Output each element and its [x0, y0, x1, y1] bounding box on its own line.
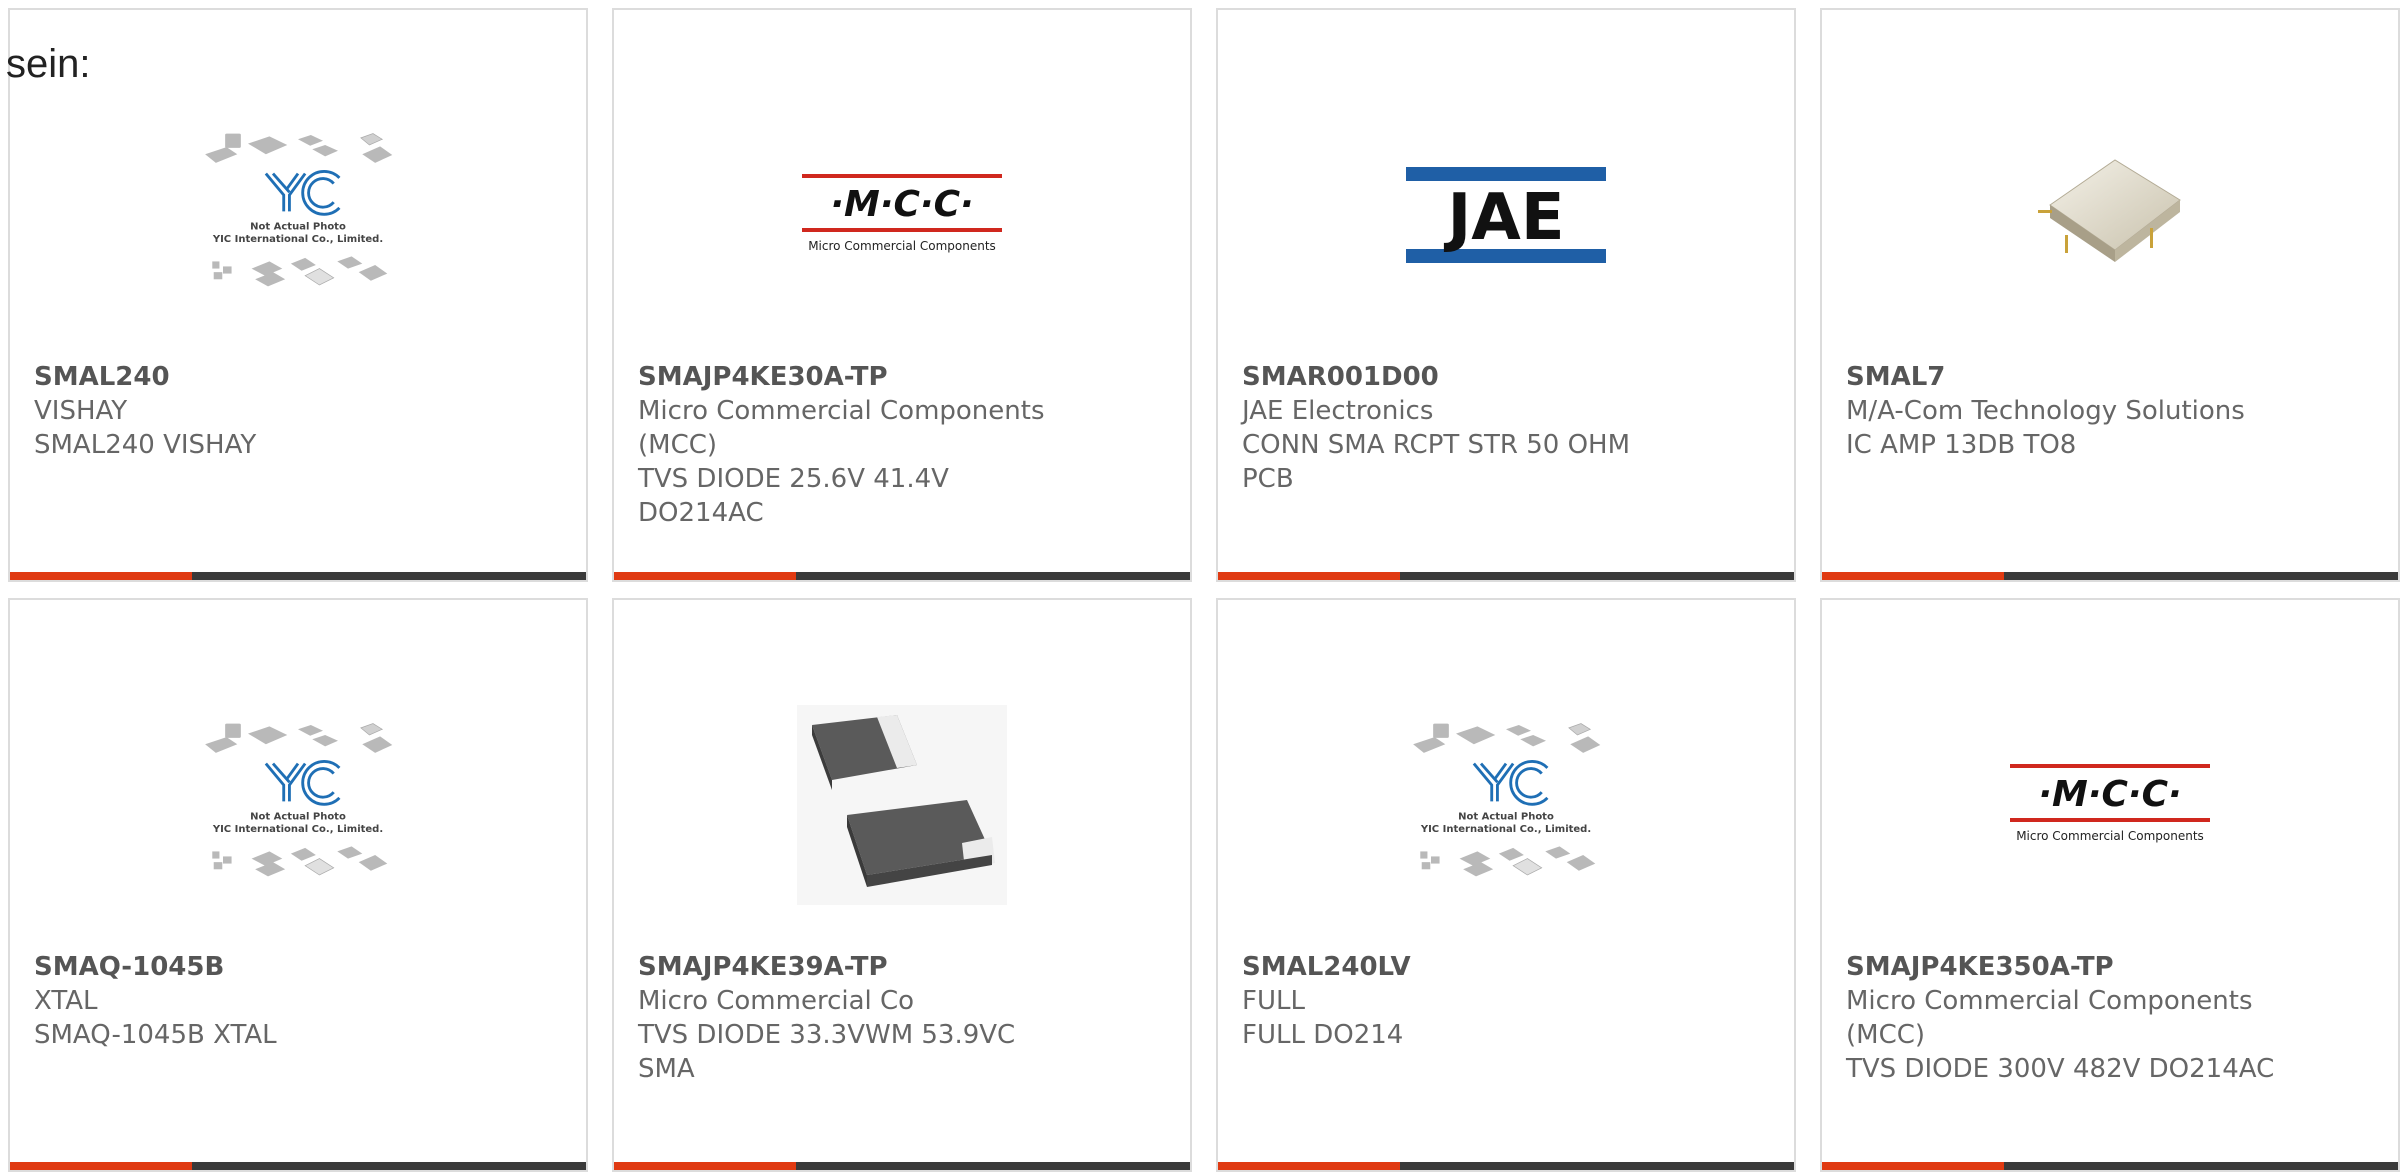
- card-bottom-bar: [614, 572, 1190, 580]
- jae-logo-text: JAE: [1443, 181, 1564, 255]
- manufacturer-cont: (MCC): [1846, 1020, 1926, 1050]
- card-bottom-bar: [1218, 1162, 1794, 1170]
- product-image[interactable]: Not Actual Photo YIC International Co., …: [10, 80, 586, 350]
- mcc-logo-icon: ·M·C·C· Micro Commercial Components: [802, 174, 1002, 253]
- card-bottom-bar: [10, 572, 586, 580]
- mcc-logo-icon: ·M·C·C· Micro Commercial Components: [2010, 764, 2210, 843]
- description: FULL DO214: [1242, 1020, 1404, 1050]
- part-number-link[interactable]: SMAQ-1045B: [34, 950, 554, 984]
- card-accent: [1822, 1162, 2004, 1170]
- product-image[interactable]: Not Actual Photo YIC International Co., …: [10, 670, 586, 940]
- description: TVS DIODE 33.3VWM 53.9VC: [638, 1020, 1016, 1050]
- card-accent: [1218, 572, 1400, 580]
- description: SMAL240 VISHAY: [34, 430, 257, 460]
- manufacturer: JAE Electronics: [1242, 396, 1434, 426]
- description: IC AMP 13DB TO8: [1846, 430, 2077, 460]
- svg-text:YIC International Co., Limited: YIC International Co., Limited.: [212, 824, 383, 835]
- part-number-link[interactable]: SMAL240LV: [1242, 950, 1762, 984]
- card-accent: [614, 1162, 796, 1170]
- part-number-link[interactable]: SMAL7: [1846, 360, 2366, 394]
- manufacturer: FULL: [1242, 986, 1305, 1016]
- manufacturer: XTAL: [34, 986, 98, 1016]
- card-bottom-bar: [1822, 1162, 2398, 1170]
- product-card[interactable]: ·M·C·C· Micro Commercial Components SMAJ…: [612, 8, 1192, 582]
- product-image[interactable]: [614, 670, 1190, 940]
- svg-text:YIC International Co., Limited: YIC International Co., Limited.: [1420, 824, 1591, 835]
- svg-text:Not Actual Photo: Not Actual Photo: [250, 811, 346, 822]
- product-image[interactable]: ·M·C·C· Micro Commercial Components: [1822, 670, 2398, 940]
- card-bottom-bar: [10, 1162, 586, 1170]
- part-number-link[interactable]: SMAR001D00: [1242, 360, 1762, 394]
- product-image[interactable]: Not Actual Photo YIC International Co., …: [1218, 670, 1794, 940]
- sma-diode-icon: [797, 705, 1007, 905]
- description: TVS DIODE 300V 482V DO214AC: [1846, 1054, 2275, 1084]
- product-text: SMAL7 M/A-Com Technology Solutions IC AM…: [1846, 360, 2366, 462]
- yic-caption-2: YIC International Co., Limited.: [212, 234, 383, 245]
- product-image[interactable]: ·M·C·C· Micro Commercial Components: [614, 80, 1190, 350]
- product-card[interactable]: ·M·C·C· Micro Commercial Components SMAJ…: [1820, 598, 2400, 1172]
- manufacturer-cont: (MCC): [638, 430, 718, 460]
- card-accent: [1822, 572, 2004, 580]
- product-image[interactable]: JAE: [1218, 80, 1794, 350]
- mcc-logo-text: ·M·C·C·: [830, 184, 973, 225]
- part-number-link[interactable]: SMAJP4KE39A-TP: [638, 950, 1158, 984]
- product-card[interactable]: SMAJP4KE39A-TP Micro Commercial Co TVS D…: [612, 598, 1192, 1172]
- product-card[interactable]: SMAL7 M/A-Com Technology Solutions IC AM…: [1820, 8, 2400, 582]
- manufacturer: VISHAY: [34, 396, 128, 426]
- product-text: SMAL240LV FULL FULL DO214: [1242, 950, 1762, 1052]
- description-cont: DO214AC: [638, 498, 764, 528]
- yic-placeholder-icon: Not Actual Photo YIC International Co., …: [205, 723, 393, 877]
- card-accent: [10, 1162, 192, 1170]
- manufacturer: Micro Commercial Components: [1846, 986, 2253, 1016]
- description-cont: SMA: [638, 1054, 695, 1084]
- description: TVS DIODE 25.6V 41.4V: [638, 464, 949, 494]
- yic-placeholder-icon: Not Actual Photo YIC International Co., …: [1413, 723, 1601, 877]
- mcc-logo-sub: Micro Commercial Components: [808, 239, 996, 253]
- product-card[interactable]: Not Actual Photo YIC International Co., …: [8, 8, 588, 582]
- product-text: SMAJP4KE30A-TP Micro Commercial Componen…: [638, 360, 1158, 530]
- prefix-text: sein:: [6, 42, 91, 86]
- card-bottom-bar: [1218, 572, 1794, 580]
- part-number-link[interactable]: SMAJP4KE350A-TP: [1846, 950, 2366, 984]
- card-accent: [1218, 1162, 1400, 1170]
- product-image[interactable]: [1822, 80, 2398, 350]
- product-text: SMAJP4KE350A-TP Micro Commercial Compone…: [1846, 950, 2366, 1086]
- card-accent: [10, 572, 192, 580]
- jae-logo-icon: JAE: [1406, 167, 1606, 263]
- svg-text:·M·C·C·: ·M·C·C·: [2038, 774, 2181, 815]
- metal-package-icon: [2038, 159, 2181, 262]
- description: CONN SMA RCPT STR 50 OHM: [1242, 430, 1631, 460]
- product-text: SMAL240 VISHAY SMAL240 VISHAY: [34, 360, 554, 462]
- yic-caption-1: Not Actual Photo: [250, 221, 346, 232]
- manufacturer: Micro Commercial Co: [638, 986, 915, 1016]
- product-grid: Not Actual Photo YIC International Co., …: [0, 0, 2400, 1172]
- description-cont: PCB: [1242, 464, 1294, 494]
- card-accent: [614, 572, 796, 580]
- description: SMAQ-1045B XTAL: [34, 1020, 277, 1050]
- product-card[interactable]: Not Actual Photo YIC International Co., …: [8, 598, 588, 1172]
- part-number-link[interactable]: SMAL240: [34, 360, 554, 394]
- product-text: SMAR001D00 JAE Electronics CONN SMA RCPT…: [1242, 360, 1762, 496]
- svg-text:Not Actual Photo: Not Actual Photo: [1458, 811, 1554, 822]
- product-text: SMAQ-1045B XTAL SMAQ-1045B XTAL: [34, 950, 554, 1052]
- product-text: SMAJP4KE39A-TP Micro Commercial Co TVS D…: [638, 950, 1158, 1086]
- product-card[interactable]: JAE SMAR001D00 JAE Electronics CONN SMA …: [1216, 8, 1796, 582]
- yic-placeholder-icon: Not Actual Photo YIC International Co., …: [205, 133, 393, 287]
- card-bottom-bar: [614, 1162, 1190, 1170]
- svg-text:Micro Commercial Components: Micro Commercial Components: [2016, 829, 2204, 843]
- product-card[interactable]: Not Actual Photo YIC International Co., …: [1216, 598, 1796, 1172]
- manufacturer: M/A-Com Technology Solutions: [1846, 396, 2245, 426]
- part-number-link[interactable]: SMAJP4KE30A-TP: [638, 360, 1158, 394]
- card-bottom-bar: [1822, 572, 2398, 580]
- manufacturer: Micro Commercial Components: [638, 396, 1045, 426]
